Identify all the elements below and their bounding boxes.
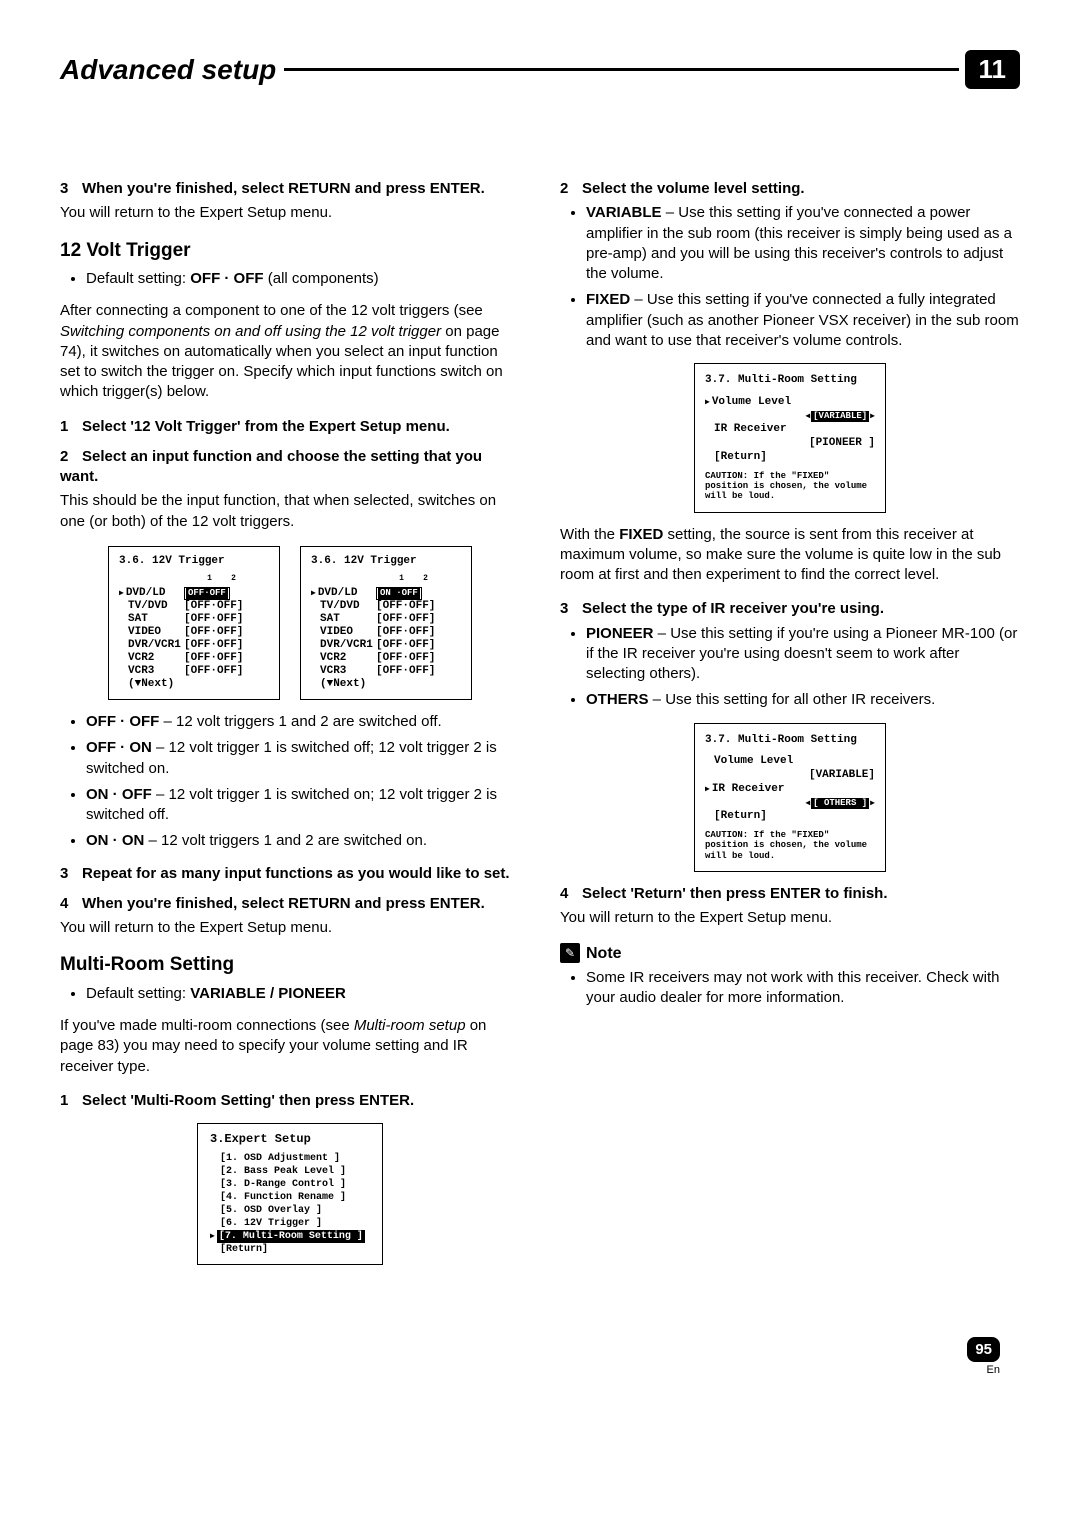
osd-values: 1 2 ON ·OFF [OFF·OFF] [OFF·OFF] [OFF·OFF… bbox=[376, 574, 451, 691]
trigger-options: OFF · OFF – 12 volt triggers 1 and 2 are… bbox=[60, 712, 520, 852]
osd-12v-left: 3.6. 12V Trigger DVD/LD TV/DVD SAT VIDEO… bbox=[108, 546, 280, 700]
osd-menu-title: 3.Expert Setup bbox=[210, 1132, 370, 1148]
step-number: 2 bbox=[560, 179, 582, 199]
osd-vol-value: [VARIABLE] bbox=[811, 411, 869, 422]
osd-ir-value: [ OTHERS ] bbox=[811, 798, 869, 809]
step-number: 4 bbox=[560, 884, 582, 904]
osd-12v-row: 3.6. 12V Trigger DVD/LD TV/DVD SAT VIDEO… bbox=[60, 546, 520, 700]
section-12v-intro: After connecting a component to one of t… bbox=[60, 301, 520, 402]
default-setting-list: Default setting: OFF · OFF (all componen… bbox=[60, 269, 520, 289]
step-number: 3 bbox=[60, 179, 82, 199]
page-container: Advanced setup 11 3When you're finished,… bbox=[0, 0, 1080, 1426]
opt-off-off: OFF · OFF – 12 volt triggers 1 and 2 are… bbox=[86, 712, 520, 732]
page-header: Advanced setup 11 bbox=[60, 50, 1020, 89]
menu-item: [5. OSD Overlay ] bbox=[220, 1204, 370, 1217]
step-number: 2 bbox=[60, 447, 82, 467]
step-4-return-heading: 4Select 'Return' then press ENTER to fin… bbox=[560, 884, 1020, 904]
step-number: 4 bbox=[60, 894, 82, 914]
opt-on-off: ON · OFF – 12 volt trigger 1 is switched… bbox=[86, 785, 520, 826]
step-1-mr-heading: 1Select 'Multi-Room Setting' then press … bbox=[60, 1091, 520, 1111]
step-number: 3 bbox=[560, 599, 582, 619]
osd-return: [Return] bbox=[705, 810, 875, 824]
osd-values: 1 2 OFF·OFF [OFF·OFF] [OFF·OFF] [OFF·OFF… bbox=[184, 574, 259, 691]
step-number: 1 bbox=[60, 417, 82, 437]
osd-vol-value: [VARIABLE] bbox=[705, 769, 875, 783]
step-2-vol-heading: 2Select the volume level setting. bbox=[560, 179, 1020, 199]
right-column: 2Select the volume level setting. VARIAB… bbox=[560, 179, 1020, 1277]
section-12v-title: 12 Volt Trigger bbox=[60, 238, 520, 264]
osd-vol-label: Volume Level bbox=[705, 396, 875, 410]
menu-item: [2. Bass Peak Level ] bbox=[220, 1165, 370, 1178]
menu-item: [6. 12V Trigger ] bbox=[220, 1217, 370, 1230]
opt-variable: VARIABLE – Use this setting if you've co… bbox=[586, 203, 1020, 284]
step-2-heading: 2Select an input function and choose the… bbox=[60, 447, 520, 488]
step-3-ir-heading: 3Select the type of IR receiver you're u… bbox=[560, 599, 1020, 619]
osd-title: 3.6. 12V Trigger bbox=[311, 555, 461, 568]
page-language: En bbox=[60, 1364, 1000, 1376]
opt-pioneer: PIONEER – Use this setting if you're usi… bbox=[586, 624, 1020, 685]
default-setting-item: Default setting: VARIABLE / PIONEER bbox=[86, 984, 520, 1004]
opt-on-on: ON · ON – 12 volt triggers 1 and 2 are s… bbox=[86, 831, 520, 851]
opt-off-on: OFF · ON – 12 volt trigger 1 is switched… bbox=[86, 738, 520, 779]
note-text: Some IR receivers may not work with this… bbox=[586, 968, 1020, 1009]
default-setting-list: Default setting: VARIABLE / PIONEER bbox=[60, 984, 520, 1004]
menu-return: [Return] bbox=[220, 1243, 370, 1256]
section-multiroom-title: Multi-Room Setting bbox=[60, 952, 520, 978]
volume-options: VARIABLE – Use this setting if you've co… bbox=[560, 203, 1020, 351]
menu-item: [4. Function Rename ] bbox=[220, 1191, 370, 1204]
osd-ir-label: IR Receiver bbox=[705, 423, 875, 437]
step-3-heading: 3When you're finished, select RETURN and… bbox=[60, 179, 520, 199]
osd-title: 3.6. 12V Trigger bbox=[119, 555, 269, 568]
osd-ir-value: [PIONEER ] bbox=[705, 437, 875, 451]
step-3-12v-heading: 3Repeat for as many input functions as y… bbox=[60, 864, 520, 884]
osd-title: 3.7. Multi-Room Setting bbox=[705, 374, 875, 388]
header-divider bbox=[284, 68, 958, 71]
menu-item: [1. OSD Adjustment ] bbox=[220, 1152, 370, 1165]
osd-caution: CAUTION: If the "FIXED" position is chos… bbox=[705, 471, 875, 502]
step-1-heading: 1Select '12 Volt Trigger' from the Exper… bbox=[60, 417, 520, 437]
step-number: 3 bbox=[60, 864, 82, 884]
osd-ir-label: IR Receiver bbox=[705, 783, 875, 797]
osd-12v-right: 3.6. 12V Trigger DVD/LD TV/DVD SAT VIDEO… bbox=[300, 546, 472, 700]
left-column: 3When you're finished, select RETURN and… bbox=[60, 179, 520, 1277]
footer: 95 En bbox=[60, 1337, 1020, 1376]
step-4-return-body: You will return to the Expert Setup menu… bbox=[560, 908, 1020, 928]
content-columns: 3When you're finished, select RETURN and… bbox=[60, 179, 1020, 1277]
header-title: Advanced setup bbox=[60, 54, 276, 86]
osd-labels: DVD/LD TV/DVD SAT VIDEO DVR/VCR1 VCR2 VC… bbox=[311, 574, 376, 691]
chapter-number: 11 bbox=[965, 50, 1021, 89]
osd-vol-label: Volume Level bbox=[705, 755, 875, 769]
step-4-12v-body: You will return to the Expert Setup menu… bbox=[60, 918, 520, 938]
page-number: 95 bbox=[967, 1337, 1000, 1362]
opt-others: OTHERS – Use this setting for all other … bbox=[586, 690, 1020, 710]
default-setting-item: Default setting: OFF · OFF (all componen… bbox=[86, 269, 520, 289]
ir-options: PIONEER – Use this setting if you're usi… bbox=[560, 624, 1020, 711]
opt-fixed: FIXED – Use this setting if you've conne… bbox=[586, 290, 1020, 351]
osd-multiroom-ir: 3.7. Multi-Room Setting Volume Level [VA… bbox=[694, 723, 886, 873]
step-3-body: You will return to the Expert Setup menu… bbox=[60, 203, 520, 223]
fixed-paragraph: With the FIXED setting, the source is se… bbox=[560, 525, 1020, 586]
step-number: 1 bbox=[60, 1091, 82, 1111]
note-heading: ✎ Note bbox=[560, 943, 1020, 965]
osd-labels: DVD/LD TV/DVD SAT VIDEO DVR/VCR1 VCR2 VC… bbox=[119, 574, 184, 691]
section-mr-intro: If you've made multi-room connections (s… bbox=[60, 1016, 520, 1077]
step-4-12v-heading: 4When you're finished, select RETURN and… bbox=[60, 894, 520, 914]
pencil-icon: ✎ bbox=[560, 943, 580, 963]
osd-title: 3.7. Multi-Room Setting bbox=[705, 734, 875, 748]
osd-expert-setup: 3.Expert Setup [1. OSD Adjustment ] [2. … bbox=[197, 1123, 383, 1265]
osd-return: [Return] bbox=[705, 451, 875, 465]
osd-multiroom-volume: 3.7. Multi-Room Setting Volume Level [VA… bbox=[694, 363, 886, 513]
step-2-body: This should be the input function, that … bbox=[60, 491, 520, 532]
note-label: Note bbox=[586, 943, 622, 965]
menu-item-selected: [7. Multi-Room Setting ] bbox=[210, 1230, 370, 1243]
menu-item: [3. D-Range Control ] bbox=[220, 1178, 370, 1191]
note-list: Some IR receivers may not work with this… bbox=[560, 968, 1020, 1009]
osd-caution: CAUTION: If the "FIXED" position is chos… bbox=[705, 830, 875, 861]
